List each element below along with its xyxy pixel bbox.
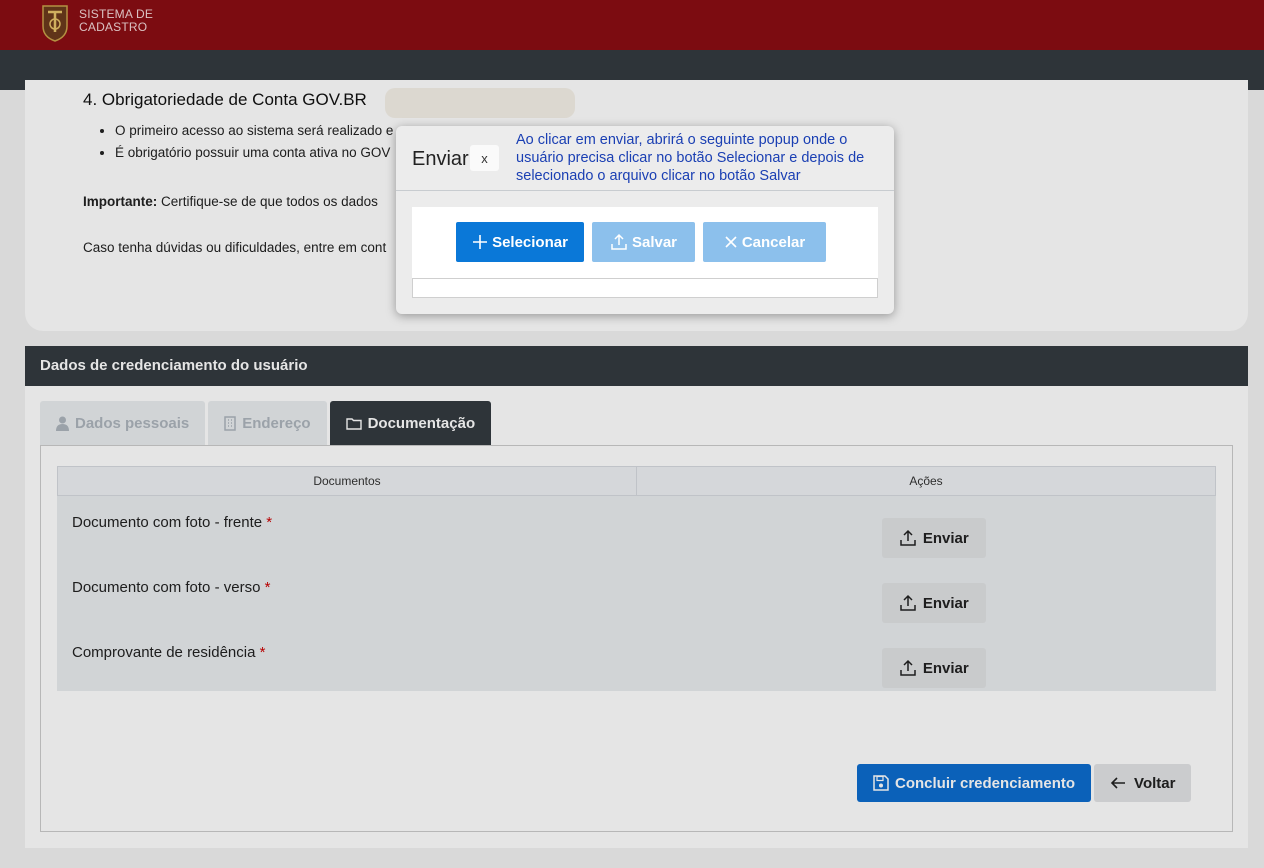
cancel-button[interactable]: Cancelar	[703, 222, 826, 262]
upload-modal: Enviar x Ao clicar em enviar, abrirá o s…	[396, 126, 894, 314]
save-button[interactable]: Salvar	[592, 222, 695, 262]
upload-icon	[611, 233, 627, 250]
modal-close-button[interactable]: x	[470, 145, 499, 171]
plus-icon	[473, 235, 488, 249]
modal-title: Enviar	[412, 148, 469, 170]
modal-divider	[396, 190, 894, 191]
modal-body: Selecionar Salvar Cancelar	[412, 207, 878, 298]
cancel-label: Cancelar	[741, 233, 806, 251]
upload-buttons: Selecionar Salvar Cancelar	[456, 222, 834, 262]
annotation-text: Ao clicar em enviar, abrirá o seguinte p…	[516, 132, 865, 184]
file-list-area	[412, 278, 878, 298]
select-button[interactable]: Selecionar	[456, 222, 584, 262]
select-label: Selecionar	[492, 233, 568, 251]
close-icon	[725, 236, 737, 248]
save-label: Salvar	[631, 233, 678, 251]
